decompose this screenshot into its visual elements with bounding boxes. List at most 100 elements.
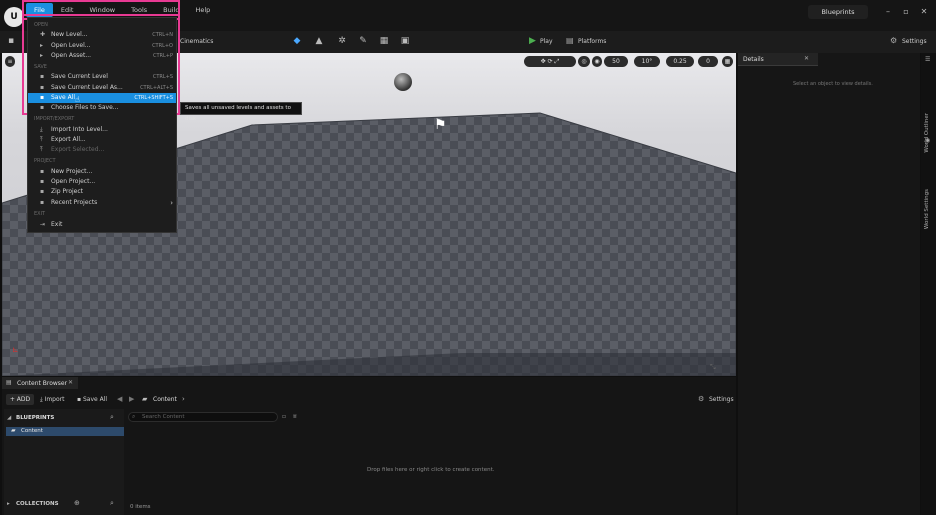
new-level-icon: ✚ [40,31,46,38]
history-forward-icon[interactable]: ▶ [129,395,134,403]
save-all-tooltip: Saves all unsaved levels and assets to d… [180,102,302,122]
import-menu-icon: ⤓ [40,126,43,133]
export-icon: ⤒ [40,136,43,143]
history-back-icon[interactable]: ◀ [117,395,122,403]
menu-item-new-level[interactable]: ✚ New Level... CTRL+N [28,30,176,40]
open-level-icon: ▸ [40,42,44,49]
camera-speed-value[interactable]: 0 [698,56,718,67]
rotation-snap-value[interactable]: 10° [634,56,660,67]
menu-item-export-all[interactable]: ⤒ Export All... [28,135,176,145]
chevron-right-icon[interactable]: › [182,395,185,403]
world-local-icon[interactable]: ◎ [578,56,590,67]
save-all-label: Save All [82,396,108,403]
collapse-arrow-icon[interactable]: ◢ [7,415,11,421]
menu-help[interactable]: Help [187,3,218,17]
viewport-layout-icon[interactable]: ▦ [722,56,733,67]
save-level-icon: ▪ [40,73,45,80]
scale-snap-value[interactable]: 0.25 [666,56,694,67]
zip-icon: ▪ [40,188,45,195]
world-outliner-tab[interactable]: World Outliner [924,113,930,153]
add-label: ADD [16,396,31,403]
project-name-tab: Blueprints [808,5,868,19]
recent-icon: ▪ [40,199,45,206]
menu-item-new-project[interactable]: ▪ New Project... [28,167,176,177]
play-icon[interactable]: ▶ [529,36,536,46]
choose-files-icon: ▪ [40,104,45,111]
section-save: SAVE [34,64,47,70]
world-settings-tab[interactable]: World Settings [924,189,930,229]
content-settings-gear-icon: ⚙ [698,395,705,403]
import-button[interactable]: ⤓ Import [40,396,64,404]
menu-item-open-project[interactable]: ▪ Open Project... [28,177,176,187]
blueprints-header[interactable]: BLUEPRINTS [16,415,54,421]
viewport-menu-icon[interactable]: ≡ [5,56,15,67]
menu-item-open-level[interactable]: ▸ Open Level... CTRL+O [28,41,176,51]
player-start-icon[interactable]: ⚑ [434,117,456,137]
surface-snap-icon[interactable]: ◉ [592,56,602,67]
platforms-icon: ▤ [566,36,574,45]
details-panel: Details ✕ Select an object to view detai… [738,53,920,515]
section-import-export: IMPORT/EXPORT [34,116,75,122]
details-tab-label: Details [743,56,764,63]
play-button[interactable]: Play [540,38,553,45]
file-menu-dropdown: OPEN ✚ New Level... CTRL+N ▸ Open Level... C… [27,17,177,233]
open-asset-icon: ▸ [40,52,44,59]
unreal-logo-icon[interactable]: U [4,7,24,27]
menu-item-export-selected: ⤒ Export Selected... [40,146,105,153]
section-exit: EXIT [34,211,46,217]
menu-item-save-level-as[interactable]: ▪ Save Current Level As... CTRL+ALT+S [28,83,176,93]
menu-item-save-current-level[interactable]: ▪ Save Current Level CTRL+S [28,72,176,82]
sources-panel [4,409,124,515]
path-breadcrumb[interactable]: Content [153,396,177,403]
new-project-icon: ▪ [40,168,45,175]
details-empty-message: Select an object to view details. [793,81,873,87]
select-mode-icon[interactable]: ◆ [292,36,302,46]
save-icon[interactable]: ▪ [6,36,16,46]
add-collection-icon[interactable]: ⊕ [74,499,80,507]
tree-folder-icon: ▰ [11,427,16,434]
cinematics-button[interactable]: Cinematics [180,38,213,45]
modeling-icon[interactable]: ▦ [379,36,389,46]
save-all-button[interactable]: ▪ Save All [77,396,107,403]
menu-item-import[interactable]: ⤓ Import Into Level... [28,125,176,135]
landscape-icon[interactable]: ▲ [314,36,324,46]
sources-search-icon[interactable]: ⌕ [110,413,114,422]
content-browser-close-icon[interactable]: ✕ [68,379,73,386]
menu-item-open-asset[interactable]: ▸ Open Asset... CTRL+P [28,51,176,61]
item-count: 0 items [130,504,151,510]
platforms-button[interactable]: Platforms [578,38,606,45]
details-close-icon[interactable]: ✕ [804,55,809,62]
maximize-icon[interactable]: ▫ [898,5,914,19]
settings-button[interactable]: Settings [902,38,927,45]
gear-icon: ⚙ [890,36,898,45]
search-icon: ⌕ [132,413,136,420]
transform-tools[interactable]: ✥ ⟳ ⤢ [524,56,576,67]
add-icon: + [9,396,17,403]
menu-item-zip-project[interactable]: ▪ Zip Project [28,187,176,197]
collections-header[interactable]: COLLECTIONS [16,501,59,507]
menu-item-exit[interactable]: ⇥ Exit [28,220,176,230]
menu-item-save-all[interactable]: ▪ Save All CTRL+SHIFT+S [28,93,176,103]
minimize-icon[interactable]: – [880,5,896,19]
search-placeholder: Search Content [142,414,185,420]
folder-tree-label: Content [21,428,43,434]
collections-search-icon[interactable]: ⌕ [110,499,114,508]
grid-snap-value[interactable]: 50 [604,56,628,67]
close-icon[interactable]: ✕ [916,5,932,19]
collections-arrow-icon[interactable]: ▸ [7,501,10,507]
foliage-icon[interactable]: ✲ [337,36,347,46]
menu-item-choose-files[interactable]: ▪ Choose Files to Save... [28,103,176,113]
outliner-icon: ☰ [925,56,931,63]
resize-handle-icon[interactable]: ⤡ [710,363,716,372]
content-settings-button[interactable]: Settings [709,396,734,403]
fracture-icon[interactable]: ▣ [400,36,410,46]
empty-content-message: Drop files here or right click to create… [367,467,495,473]
menu-item-recent-projects[interactable]: ▪ Recent Projects › [28,198,176,208]
sky-sphere-icon[interactable] [394,73,412,91]
save-search-icon[interactable]: ▫ [282,413,286,420]
filter-icon[interactable]: ⩸ [293,413,297,421]
axis-gizmo-icon: ⊾ [12,345,19,354]
section-project: PROJECT [34,158,56,164]
add-button[interactable]: + ADD [6,394,34,405]
mesh-paint-icon[interactable]: ✎ [358,36,368,46]
